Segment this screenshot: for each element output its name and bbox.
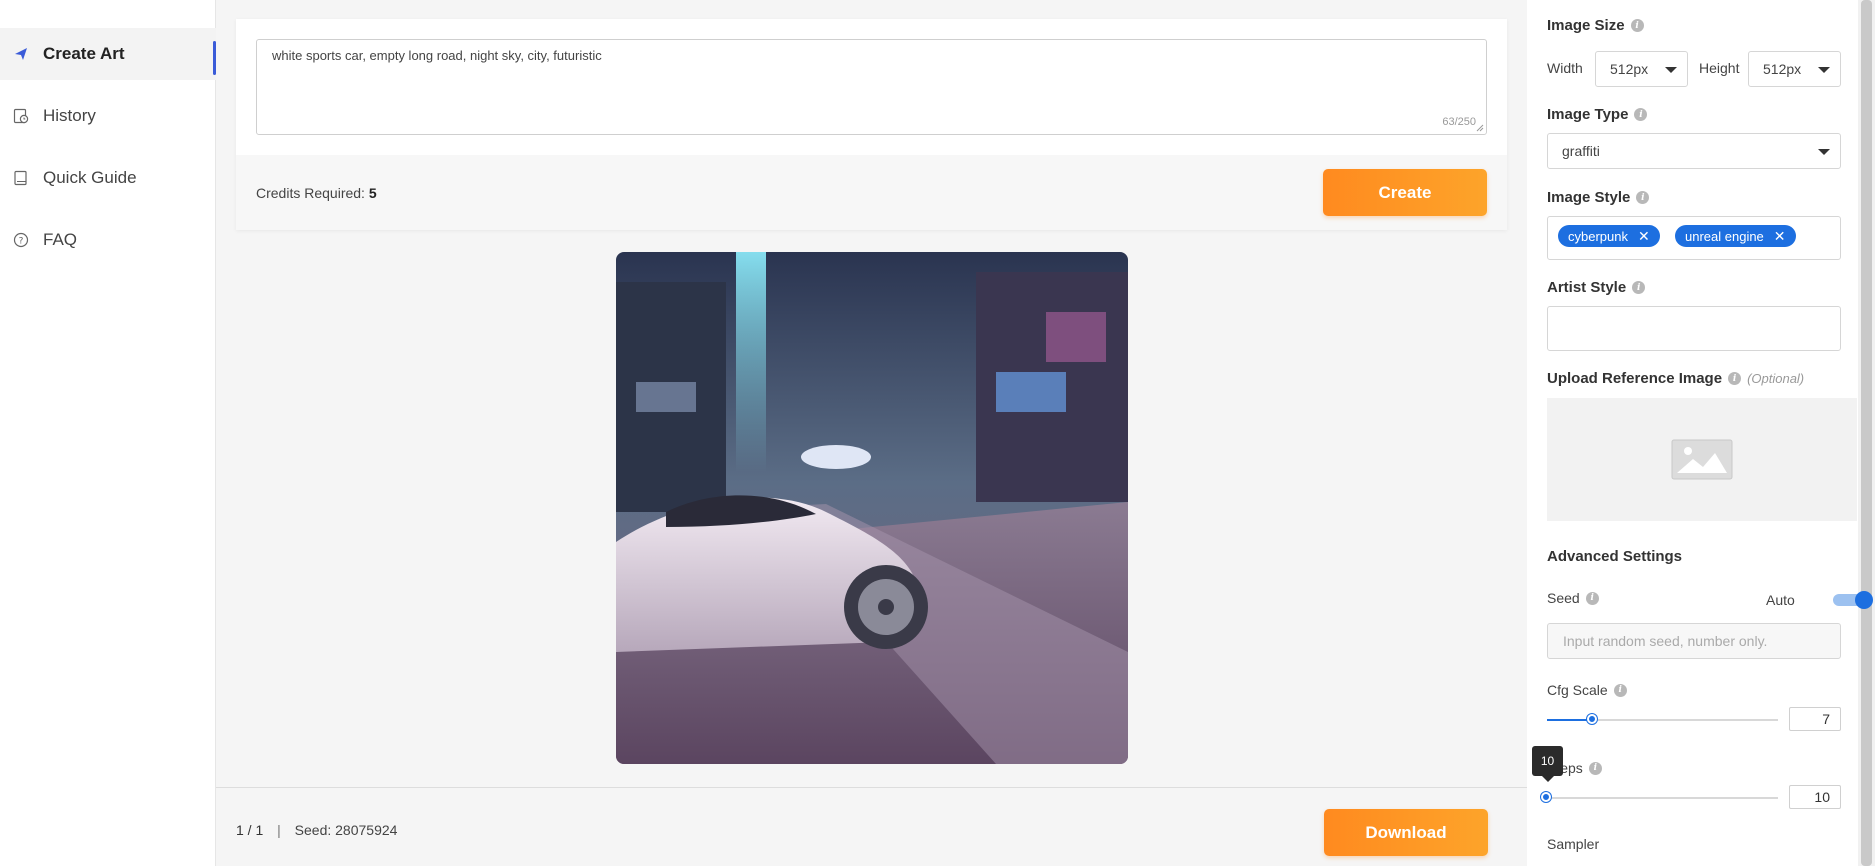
chevron-down-icon	[1665, 67, 1677, 73]
close-icon[interactable]: ✕	[1638, 228, 1650, 245]
close-icon[interactable]: ✕	[1774, 228, 1786, 245]
image-style-label-text: Image Style	[1547, 189, 1631, 206]
image-style-label: Image Style i	[1547, 189, 1650, 206]
info-icon[interactable]: i	[1728, 372, 1742, 385]
cfg-scale-value[interactable]: 7	[1789, 707, 1841, 731]
prompt-text: white sports car, empty long road, night…	[272, 48, 602, 63]
upload-reference-label-text: Upload Reference Image	[1547, 370, 1723, 387]
sidebar: Create Art History Quick Guide ? FAQ	[0, 0, 216, 866]
create-button[interactable]: Create	[1323, 169, 1487, 216]
chevron-down-icon	[1818, 149, 1830, 155]
style-tag-cyberpunk[interactable]: cyberpunk ✕	[1558, 225, 1660, 247]
sidebar-item-label: Create Art	[43, 44, 125, 63]
style-tag-label: cyberpunk	[1568, 228, 1628, 244]
panel-scrollbar-thumb[interactable]	[1861, 0, 1872, 866]
chevron-down-icon	[1818, 67, 1830, 73]
paper-plane-icon	[13, 46, 29, 62]
download-button[interactable]: Download	[1324, 809, 1488, 856]
prompt-textarea[interactable]: white sports car, empty long road, night…	[256, 39, 1487, 135]
style-tag-label: unreal engine	[1685, 228, 1764, 244]
upload-reference-dropzone[interactable]	[1547, 398, 1857, 521]
upload-reference-label: Upload Reference Image i (Optional)	[1547, 370, 1804, 387]
sidebar-item-history[interactable]: History	[0, 90, 216, 142]
seed-input-placeholder: Input random seed, number only.	[1563, 633, 1768, 649]
book-icon	[13, 170, 29, 186]
width-label: Width	[1547, 60, 1583, 76]
style-tag-unreal-engine[interactable]: unreal engine ✕	[1675, 225, 1796, 247]
seed-label-text: Seed	[1547, 590, 1580, 606]
image-type-select[interactable]: graffiti	[1547, 133, 1841, 169]
credits-label: Credits Required:	[256, 185, 365, 201]
auto-label: Auto	[1766, 592, 1795, 608]
sidebar-item-label: FAQ	[43, 230, 78, 249]
seed-input[interactable]: Input random seed, number only.	[1547, 623, 1841, 659]
history-icon	[13, 108, 29, 124]
sidebar-item-label: Quick Guide	[43, 168, 137, 187]
steps-value[interactable]: 10	[1789, 785, 1841, 809]
info-icon[interactable]: i	[1634, 108, 1648, 121]
seed-label: Seed i	[1547, 590, 1599, 606]
width-select[interactable]: 512px	[1595, 51, 1688, 87]
generated-image[interactable]	[616, 252, 1128, 764]
steps-track[interactable]	[1547, 797, 1778, 799]
sidebar-item-label: History	[43, 106, 96, 125]
image-type-value: graffiti	[1562, 143, 1600, 159]
seed-auto-toggle[interactable]	[1833, 591, 1873, 609]
image-type-label-text: Image Type	[1547, 106, 1629, 123]
result-seed: Seed: 28075924	[294, 822, 398, 838]
sidebar-item-quick-guide[interactable]: Quick Guide	[0, 152, 216, 204]
steps-tooltip: 10	[1532, 746, 1563, 782]
info-icon[interactable]: i	[1636, 191, 1650, 204]
prompt-card: white sports car, empty long road, night…	[236, 19, 1507, 230]
height-select[interactable]: 512px	[1748, 51, 1841, 87]
image-size-label: Image Size i	[1547, 17, 1644, 34]
image-placeholder-icon	[1671, 439, 1733, 480]
app: Create Art History Quick Guide ? FAQ whi…	[0, 0, 1875, 866]
credits-required: Credits Required: 5	[256, 185, 377, 201]
image-type-label: Image Type i	[1547, 106, 1648, 123]
advanced-settings-label: Advanced Settings	[1547, 548, 1683, 565]
sidebar-item-faq[interactable]: ? FAQ	[0, 214, 216, 266]
info-icon[interactable]: i	[1613, 683, 1627, 697]
info-icon[interactable]: i	[1632, 281, 1646, 294]
width-value: 512px	[1610, 61, 1649, 77]
height-label: Height	[1699, 60, 1740, 76]
image-size-label-text: Image Size	[1547, 17, 1625, 34]
height-value: 512px	[1763, 61, 1802, 77]
sidebar-item-create-art[interactable]: Create Art	[0, 28, 216, 80]
cfg-scale-label: Cfg Scale i	[1547, 682, 1627, 698]
prompt-footer: Credits Required: 5 Create	[236, 155, 1507, 230]
toggle-knob	[1855, 591, 1873, 609]
svg-text:?: ?	[19, 237, 24, 247]
info-icon[interactable]: i	[1585, 591, 1599, 605]
page-indicator: 1 / 1	[236, 822, 264, 838]
credits-value: 5	[368, 185, 377, 201]
cfg-scale-label-text: Cfg Scale	[1547, 682, 1608, 698]
steps-handle[interactable]	[1541, 792, 1551, 802]
info-icon[interactable]: i	[1630, 19, 1644, 32]
artist-style-input[interactable]	[1547, 306, 1841, 351]
result-bottom-bar: 1 / 1 | Seed: 28075924 Download	[216, 787, 1527, 866]
sampler-label: Sampler	[1547, 836, 1600, 852]
resize-handle-icon[interactable]	[1476, 124, 1484, 132]
question-circle-icon: ?	[13, 232, 29, 248]
result-pager: 1 / 1 | Seed: 28075924	[236, 822, 397, 838]
pager-separator: |	[277, 822, 281, 838]
prompt-char-count: 63/250	[1442, 116, 1476, 128]
artist-style-label-text: Artist Style	[1547, 279, 1627, 296]
info-icon[interactable]: i	[1588, 761, 1602, 775]
artist-style-label: Artist Style i	[1547, 279, 1646, 296]
optional-label: (Optional)	[1747, 371, 1805, 386]
